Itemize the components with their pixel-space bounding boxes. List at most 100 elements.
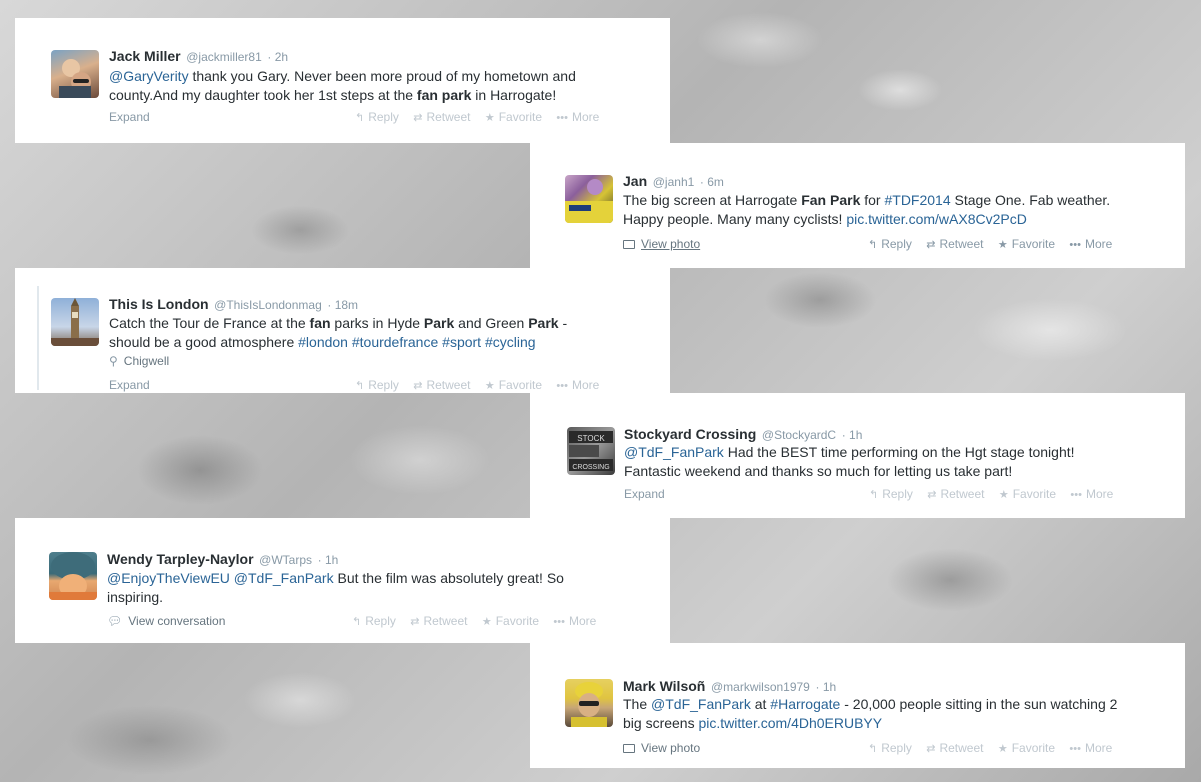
- user-name[interactable]: Wendy Tarpley-Naylor: [107, 551, 254, 567]
- reply-button[interactable]: ↰ Reply: [355, 378, 399, 392]
- star-icon: ★: [997, 743, 1008, 755]
- star-icon: ★: [484, 380, 495, 392]
- tweet-header: This Is London @ThisIsLondonmag · 18m: [109, 296, 358, 312]
- user-handle[interactable]: @WTarps: [259, 553, 312, 567]
- more-button[interactable]: ••• More: [1069, 741, 1112, 755]
- tweet-link[interactable]: pic.twitter.com/4Dh0ERUBYY: [698, 715, 882, 731]
- tweet-highlight: fan park: [416, 86, 472, 103]
- retweet-button[interactable]: ⇄ Retweet: [413, 378, 470, 392]
- avatar[interactable]: [49, 552, 97, 600]
- reply-button[interactable]: ↰ Reply: [352, 614, 396, 628]
- retweet-icon: ⇄: [413, 380, 423, 392]
- favorite-button[interactable]: ★ Favorite: [485, 110, 542, 124]
- tweet-header: Jack Miller @jackmiller81 · 2h: [109, 48, 288, 64]
- tweet-time[interactable]: · 1h: [842, 428, 863, 442]
- tweet-text: Catch the Tour de France at the fan park…: [109, 314, 589, 351]
- view-conversation-link[interactable]: 💬︎ View conversation: [107, 614, 225, 628]
- tweet-card[interactable]: Jack Miller @jackmiller81 · 2h @GaryVeri…: [15, 18, 670, 143]
- user-name[interactable]: Mark Wilsoñ: [623, 678, 705, 694]
- tweet-text-segment: parks in Hyde: [330, 315, 424, 331]
- reply-button[interactable]: ↰ Reply: [355, 110, 399, 124]
- tweet-link[interactable]: @EnjoyTheViewEU: [107, 570, 230, 586]
- user-handle[interactable]: @StockyardC: [762, 428, 836, 442]
- user-name[interactable]: This Is London: [109, 296, 209, 312]
- tweet-card[interactable]: This Is London @ThisIsLondonmag · 18m Ca…: [15, 268, 670, 393]
- tweet-link[interactable]: @TdF_FanPark: [234, 570, 334, 586]
- more-button[interactable]: ••• More: [553, 614, 596, 628]
- favorite-button[interactable]: ★ Favorite: [998, 237, 1055, 251]
- tweet-link[interactable]: @TdF_FanPark: [624, 444, 724, 460]
- avatar[interactable]: [565, 679, 613, 727]
- user-name[interactable]: Stockyard Crossing: [624, 426, 756, 442]
- user-handle[interactable]: @janh1: [653, 175, 695, 189]
- avatar[interactable]: [51, 298, 99, 346]
- retweet-button[interactable]: ⇄ Retweet: [926, 741, 983, 755]
- expand-link[interactable]: Expand: [109, 110, 150, 124]
- tweet-link[interactable]: pic.twitter.com/wAX8Cv2PcD: [846, 211, 1027, 227]
- view-photo-link[interactable]: View photo: [623, 237, 700, 251]
- tweet-link[interactable]: #tourdefrance: [352, 334, 438, 350]
- tweet-time[interactable]: · 1h: [318, 553, 339, 567]
- retweet-icon: ⇄: [926, 743, 936, 755]
- tweet-time[interactable]: · 6m: [700, 175, 724, 189]
- more-dots-icon: •••: [553, 616, 565, 628]
- retweet-button[interactable]: ⇄ Retweet: [927, 487, 984, 501]
- reply-button[interactable]: ↰ Reply: [868, 237, 912, 251]
- tweet-link[interactable]: #cycling: [485, 334, 536, 350]
- more-button[interactable]: ••• More: [1070, 487, 1113, 501]
- tweet-text: @TdF_FanPark Had the BEST time performin…: [624, 443, 1094, 480]
- avatar[interactable]: STOCK CROSSING: [567, 427, 615, 475]
- expand-link[interactable]: Expand: [624, 487, 665, 501]
- user-handle[interactable]: @jackmiller81: [186, 50, 262, 64]
- tweet-text-segment: for: [860, 192, 885, 208]
- tweet-actions: ↰ Reply ⇄ Retweet ★ Favorite ••• More: [869, 487, 1124, 501]
- reply-icon: ↰: [352, 616, 362, 628]
- tweet-time[interactable]: · 2h: [267, 50, 288, 64]
- more-button[interactable]: ••• More: [556, 378, 599, 392]
- tweet-actions: ↰ Reply ⇄ Retweet ★ Favorite ••• More: [868, 237, 1123, 251]
- tweet-actions: ↰ Reply ⇄ Retweet ★ Favorite ••• More: [352, 614, 607, 628]
- tweet-highlight: Park: [528, 315, 559, 331]
- favorite-button[interactable]: ★ Favorite: [485, 378, 542, 392]
- tweet-link[interactable]: @GaryVerity: [109, 68, 189, 84]
- favorite-button[interactable]: ★ Favorite: [998, 741, 1055, 755]
- tweet-highlight: Fan Park: [801, 192, 861, 208]
- tweet-text-segment: Catch the Tour de France at the: [109, 315, 310, 331]
- tweet-card[interactable]: STOCK CROSSING Stockyard Crossing @Stocky…: [530, 393, 1185, 518]
- tweet-link[interactable]: #sport: [442, 334, 481, 350]
- more-dots-icon: •••: [1070, 489, 1082, 501]
- tweet-text: The @TdF_FanPark at #Harrogate - 20,000 …: [623, 695, 1123, 732]
- tweet-link[interactable]: @TdF_FanPark: [651, 696, 751, 712]
- more-button[interactable]: ••• More: [1069, 237, 1112, 251]
- user-name[interactable]: Jan: [623, 173, 647, 189]
- reply-button[interactable]: ↰ Reply: [868, 741, 912, 755]
- tweet-card[interactable]: Jan @janh1 · 6m The big screen at Harrog…: [530, 143, 1185, 268]
- tweet-card[interactable]: Wendy Tarpley-Naylor @WTarps · 1h @Enjoy…: [15, 518, 670, 643]
- tweet-link[interactable]: #TDF2014: [884, 192, 950, 208]
- tweet-time[interactable]: · 18m: [327, 298, 358, 312]
- user-handle[interactable]: @markwilson1979: [711, 680, 810, 694]
- expand-link[interactable]: Expand: [109, 378, 150, 392]
- tweet-text-segment: and Green: [454, 315, 529, 331]
- reply-button[interactable]: ↰ Reply: [869, 487, 913, 501]
- tweet-text-segment: The big screen at Harrogate: [623, 192, 802, 208]
- tweet-card[interactable]: Mark Wilsoñ @markwilson1979 · 1h The @Td…: [530, 643, 1185, 768]
- avatar[interactable]: [51, 50, 99, 98]
- tweet-link[interactable]: #Harrogate: [770, 696, 840, 712]
- favorite-button[interactable]: ★ Favorite: [999, 487, 1056, 501]
- tweet-location[interactable]: ⚲ Chigwell: [109, 354, 169, 368]
- tweet-text-segment: in Harrogate!: [471, 86, 557, 103]
- tweet-actions: ↰ Reply ⇄ Retweet ★ Favorite ••• More: [355, 378, 610, 392]
- tweet-time[interactable]: · 1h: [815, 680, 836, 694]
- view-photo-link[interactable]: View photo: [623, 741, 700, 755]
- tweet-actions: ↰ Reply ⇄ Retweet ★ Favorite ••• More: [868, 741, 1123, 755]
- retweet-button[interactable]: ⇄ Retweet: [410, 614, 467, 628]
- user-name[interactable]: Jack Miller: [109, 48, 181, 64]
- more-button[interactable]: ••• More: [556, 110, 599, 124]
- user-handle[interactable]: @ThisIsLondonmag: [214, 298, 322, 312]
- tweet-link[interactable]: #london: [298, 334, 348, 350]
- avatar[interactable]: [565, 175, 613, 223]
- retweet-button[interactable]: ⇄ Retweet: [926, 237, 983, 251]
- favorite-button[interactable]: ★ Favorite: [482, 614, 539, 628]
- retweet-button[interactable]: ⇄ Retweet: [413, 110, 470, 124]
